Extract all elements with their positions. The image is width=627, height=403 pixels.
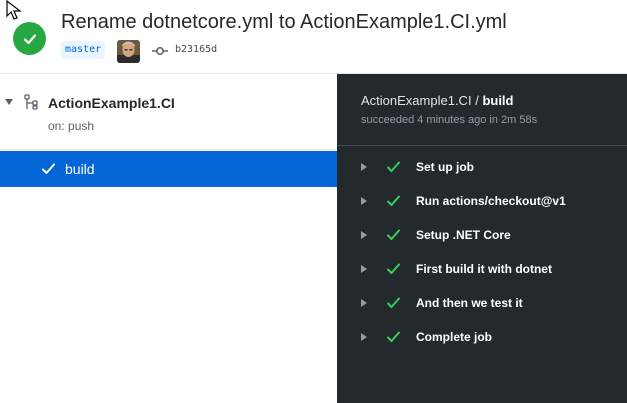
step-label: Complete job xyxy=(416,330,493,344)
branch-badge[interactable]: master xyxy=(61,41,106,59)
avatar[interactable] xyxy=(117,40,140,63)
panel-divider xyxy=(337,145,627,146)
step-row[interactable]: First build it with dotnet xyxy=(337,255,627,285)
caret-right-icon xyxy=(361,265,367,273)
check-circle-icon xyxy=(13,22,46,55)
sidebar-divider xyxy=(0,149,337,150)
step-label: And then we test it xyxy=(416,296,523,310)
caret-right-icon xyxy=(361,333,367,341)
job-panel-workflow: ActionExample1.CI xyxy=(361,93,472,108)
caret-right-icon xyxy=(361,197,367,205)
step-label: Set up job xyxy=(416,160,474,174)
mouse-pointer-icon xyxy=(6,0,22,20)
workflow-sidebar: ActionExample1.CI on: push build xyxy=(0,74,337,403)
caret-right-icon xyxy=(361,231,367,239)
check-icon xyxy=(387,229,400,240)
caret-right-icon xyxy=(361,163,367,171)
job-summary: succeeded 4 minutes ago in 2m 58s xyxy=(361,114,538,126)
check-icon xyxy=(42,163,55,174)
git-commit-icon xyxy=(152,47,168,55)
workflow-trigger: on: push xyxy=(48,119,95,133)
commit-sha-link[interactable]: b23165d xyxy=(175,44,217,55)
step-label: First build it with dotnet xyxy=(416,262,552,276)
check-icon xyxy=(387,263,400,274)
step-row[interactable]: Complete job xyxy=(337,323,627,353)
job-panel-job: build xyxy=(482,93,514,108)
step-row[interactable]: Run actions/checkout@v1 xyxy=(337,187,627,217)
job-panel-title: ActionExample1.CI / build xyxy=(361,93,513,108)
check-icon xyxy=(387,161,400,172)
caret-down-icon[interactable] xyxy=(5,99,13,105)
job-panel-separator: / xyxy=(475,93,479,108)
run-title: Rename dotnetcore.yml to ActionExample1.… xyxy=(61,11,507,33)
step-row[interactable]: Setup .NET Core xyxy=(337,221,627,251)
step-label: Run actions/checkout@v1 xyxy=(416,194,566,208)
check-icon xyxy=(387,297,400,308)
workflow-icon xyxy=(24,94,38,110)
run-header: Rename dotnetcore.yml to ActionExample1.… xyxy=(0,0,627,73)
job-label: build xyxy=(65,161,95,177)
caret-right-icon xyxy=(361,299,367,307)
workflow-name[interactable]: ActionExample1.CI xyxy=(48,95,175,111)
step-label: Setup .NET Core xyxy=(416,228,511,242)
check-icon xyxy=(387,195,400,206)
step-row[interactable]: Set up job xyxy=(337,153,627,183)
step-row[interactable]: And then we test it xyxy=(337,289,627,319)
job-item-build[interactable]: build xyxy=(0,151,337,187)
check-icon xyxy=(387,331,400,342)
job-log-panel: ActionExample1.CI / build succeeded 4 mi… xyxy=(337,74,627,403)
